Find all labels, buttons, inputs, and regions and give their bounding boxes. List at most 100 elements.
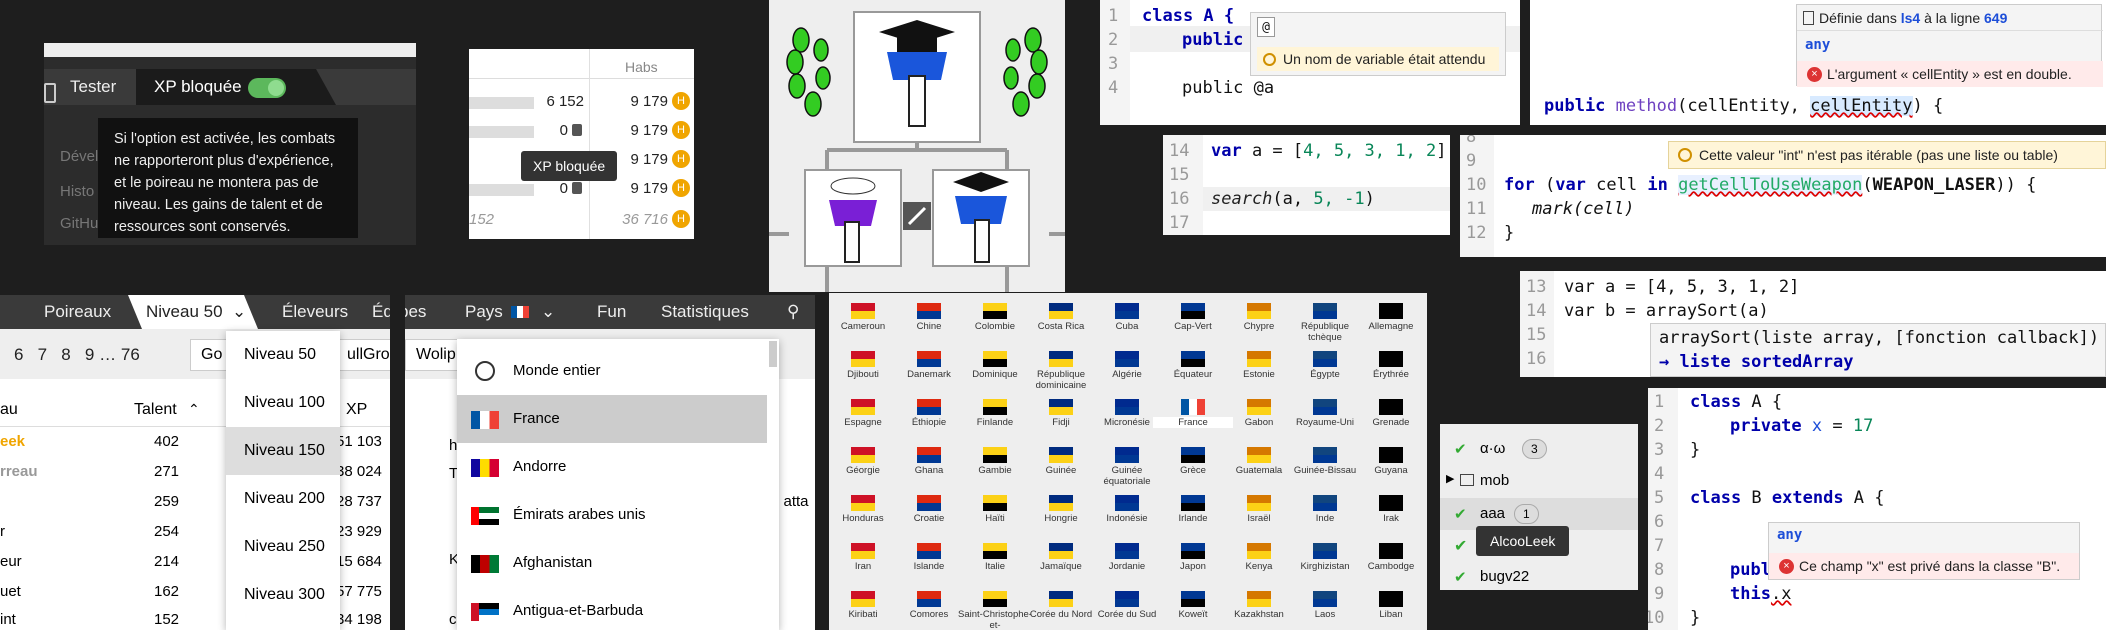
- chevron-down-icon: ⌄: [232, 302, 247, 321]
- talent-header[interactable]: Talent: [134, 401, 177, 419]
- country-option[interactable]: Liban: [1351, 609, 1427, 620]
- flag-icon: [983, 303, 1007, 319]
- tester-tab[interactable]: Tester: [70, 77, 116, 97]
- scrollbar[interactable]: [769, 341, 777, 367]
- dropdown-item[interactable]: Antigua-et-Barbuda: [457, 587, 767, 630]
- habs-table-panel: Habs 6 152 9 179 H 0 9 179 H 9 179 H 0 9…: [469, 49, 694, 239]
- syntax-error-message: Un nom de variable était attendu: [1257, 47, 1499, 71]
- country-option[interactable]: Érythrée: [1351, 369, 1427, 380]
- tab-country[interactable]: Pays: [465, 302, 503, 322]
- check-icon: ✔: [1454, 569, 1467, 586]
- search-icon[interactable]: ⚲: [787, 302, 799, 322]
- error-icon: ×: [1779, 559, 1794, 574]
- xp-toggle[interactable]: [248, 78, 286, 98]
- flag-icon: [851, 591, 875, 607]
- file-icon: [1803, 11, 1814, 25]
- error-icon: ×: [1807, 67, 1822, 82]
- lock-icon: [572, 124, 582, 136]
- afghanistan-flag-icon: [471, 555, 499, 573]
- badge: 3: [1522, 439, 1547, 459]
- flag-icon: [1181, 591, 1205, 607]
- xp-blocked-tooltip: XP bloquée: [521, 151, 618, 181]
- signature-help: arraySort(liste array, [fonction callbac…: [1650, 323, 2106, 377]
- xp-tooltip: Si l'option est activée, les combats ne …: [98, 118, 358, 238]
- sort-up-icon: ⌃: [188, 401, 200, 417]
- flag-icon: [1049, 303, 1073, 319]
- dropdown-item[interactable]: Niveau 100: [226, 379, 340, 427]
- code-editor-6[interactable]: 1 2 3 4 5 6 7 8 9 10 class A { private x…: [1648, 388, 2106, 630]
- leek-list-panel: ✔ α·ω 3 ▶ mob ✔ aaa 1 ✔ ✔ bugv22 AlcooLe…: [1440, 424, 1638, 590]
- flag-icon: [1115, 591, 1139, 607]
- dropdown-item[interactable]: Monde entier: [457, 347, 767, 395]
- flag-icon: [851, 399, 875, 415]
- hover-error-popup: any Ce champ "x" est privé dans la class…: [1768, 522, 2080, 580]
- dropdown-item[interactable]: Niveau 150: [226, 427, 340, 475]
- chevron-right-icon: ▶: [1446, 473, 1455, 485]
- tab-leeks[interactable]: Poireaux: [44, 302, 111, 322]
- country-option[interactable]: Cambodge: [1351, 561, 1427, 572]
- country-panel: pes Pays ⌄ Fun Statistiques ⚲ Wolip h T …: [405, 295, 815, 630]
- flag-icon: [983, 591, 1007, 607]
- list-item[interactable]: ✔ α·ω 3: [1440, 434, 1638, 464]
- xp-settings-panel: Tester XP bloquée Dével Histo GitHu Si l…: [44, 43, 416, 245]
- country-option[interactable]: Grenade: [1351, 417, 1427, 428]
- lock-icon: [572, 182, 582, 194]
- flag-icon: [1049, 447, 1073, 463]
- list-item[interactable]: ✔ bugv22: [1440, 562, 1638, 590]
- dropdown-item[interactable]: Andorre: [457, 443, 767, 491]
- dropdown-item[interactable]: Niveau 300: [226, 571, 340, 619]
- code-editor-2[interactable]: Définie dans ls4 à la ligne 649 any L'ar…: [1530, 0, 2106, 125]
- code-editor-3[interactable]: 14 15 16 17 var a = [4, 5, 3, 1, 2] sear…: [1163, 135, 1450, 235]
- country-option[interactable]: Guyana: [1351, 465, 1427, 476]
- private-field-error: Ce champ "x" est privé dans la classe "B…: [1769, 553, 2079, 579]
- flag-icon: [851, 303, 875, 319]
- flag-icon: [917, 399, 941, 415]
- flag-icon: [1379, 399, 1403, 415]
- leek-tree-graphic: [769, 11, 1065, 292]
- tab-level[interactable]: Niveau 50: [146, 302, 223, 322]
- flag-icon: [1313, 447, 1337, 463]
- andorra-flag-icon: [471, 459, 499, 477]
- flag-icon: [1313, 303, 1337, 319]
- code-editor-5[interactable]: 13 14 15 16 var a = [4, 5, 3, 1, 2] var …: [1520, 271, 2106, 377]
- code-editor-1[interactable]: 1 2 3 4 class A { public public @a @ Un …: [1100, 0, 1520, 125]
- ranking-panel: Poireaux Niveau 50 ⌄ Éleveurs Éq 6 7 8 9…: [0, 295, 390, 630]
- flag-icon: [1313, 495, 1337, 511]
- tab-fun[interactable]: Fun: [597, 302, 626, 322]
- dropdown-item[interactable]: France: [457, 395, 767, 443]
- flag-icon: [1181, 543, 1205, 559]
- flag-icon: [1049, 591, 1073, 607]
- country-option[interactable]: Allemagne: [1351, 321, 1427, 332]
- dropdown-item[interactable]: Niveau 50: [226, 331, 340, 379]
- code-editor-4[interactable]: 8 9 10 11 12 Cette valeur "int" n'est pa…: [1460, 135, 2106, 257]
- user-button[interactable]: Wolip: [405, 339, 465, 371]
- laurel-right-icon: [1003, 27, 1048, 117]
- warning-icon: [1263, 53, 1276, 66]
- list-item[interactable]: ▶ mob: [1440, 466, 1638, 496]
- flag-icon: [1379, 303, 1403, 319]
- hover-info-popup: Définie dans ls4 à la ligne 649 any L'ar…: [1796, 4, 2103, 87]
- flag-icon: [1379, 351, 1403, 367]
- flag-icon: [1313, 351, 1337, 367]
- top-bar: [44, 43, 416, 57]
- flag-icon: [983, 447, 1007, 463]
- not-iterable-warning: Cette valeur "int" n'est pas itérable (p…: [1668, 141, 2106, 169]
- dropdown-item[interactable]: Niveau 250: [226, 523, 340, 571]
- flag-icon: [1115, 495, 1139, 511]
- tab-breeders[interactable]: Éleveurs: [282, 302, 348, 322]
- dropdown-item[interactable]: Afghanistan: [457, 539, 767, 587]
- flag-icon: [1313, 543, 1337, 559]
- flag-icon: [1247, 543, 1271, 559]
- flag-icon: [1181, 351, 1205, 367]
- habs-coin-icon: H: [672, 150, 690, 168]
- flag-icon: [851, 495, 875, 511]
- country-option[interactable]: Irak: [1351, 513, 1427, 524]
- side-link-history[interactable]: Histo: [60, 183, 94, 200]
- side-link-dev[interactable]: Dével: [60, 148, 98, 165]
- dropdown-item[interactable]: Niveau 200: [226, 475, 340, 523]
- flag-icon: [917, 351, 941, 367]
- side-link-github[interactable]: GitHu: [60, 215, 98, 232]
- pagination[interactable]: 6 7 8 9 … 76: [14, 345, 140, 365]
- dropdown-item[interactable]: Émirats arabes unis: [457, 491, 767, 539]
- tab-stats[interactable]: Statistiques: [661, 302, 749, 322]
